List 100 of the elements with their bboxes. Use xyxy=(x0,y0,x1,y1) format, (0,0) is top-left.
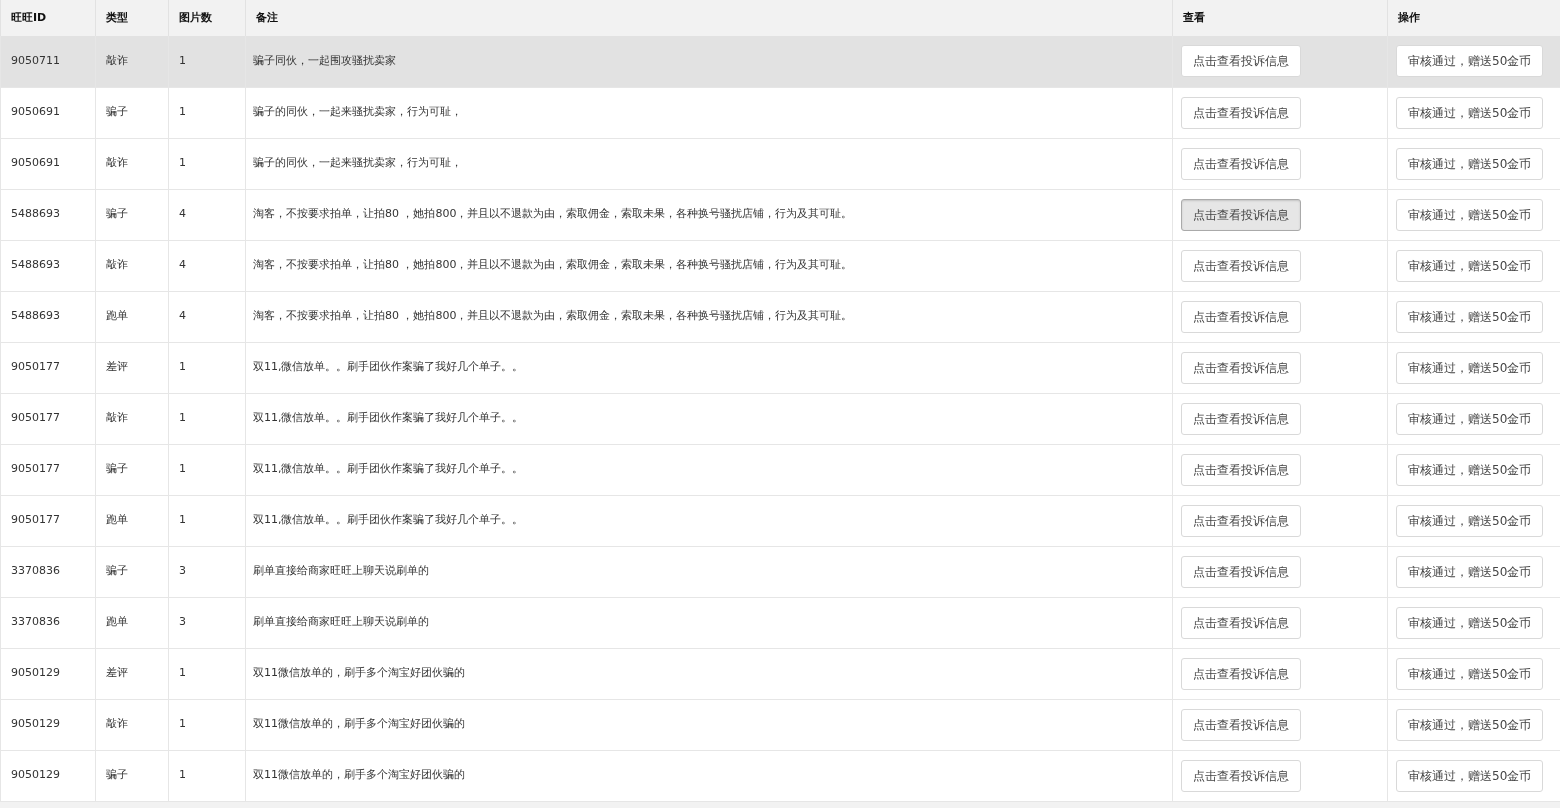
table-row[interactable]: 9050691 敲诈 1 骗子的同伙，一起来骚扰卖家，行为可耻， 点击查看投诉信息 审核通过，赠送50金币 xyxy=(0,138,1560,189)
table-row[interactable]: 9050711 敲诈 1 骗子同伙，一起围攻骚扰卖家 点击查看投诉信息 审核通过，赠送50金币 xyxy=(0,36,1560,87)
approve-button[interactable]: 审核通过，赠送50金币 xyxy=(1396,606,1544,639)
table-cell: 9050129 xyxy=(11,666,60,680)
table-cell: 骗子 xyxy=(106,768,128,782)
table-cell: 5488693 xyxy=(11,258,60,272)
table-cell: 淘客，不按要求拍单，让拍80 ，她拍800，并且以不退款为由，索取佣金，索取未果，各种换号骚扰店铺，行为及其可耻。 xyxy=(253,258,853,272)
column-header: 操作 xyxy=(1398,10,1420,24)
table-cell: 骗子 xyxy=(106,207,128,221)
table-cell: 9050711 xyxy=(11,54,60,67)
approve-button[interactable]: 审核通过，赠送50金币 xyxy=(1396,759,1544,792)
view-complaint-button[interactable]: 点击查看投诉信息 xyxy=(1181,555,1301,588)
view-complaint-button[interactable]: 点击查看投诉信息 xyxy=(1181,300,1301,333)
view-complaint-button[interactable]: 点击查看投诉信息 xyxy=(1181,759,1301,792)
view-complaint-button[interactable]: 点击查看投诉信息 xyxy=(1181,249,1301,282)
table-cell: 5488693 xyxy=(11,207,60,221)
table-row[interactable]: 9050129 差评 1 双11微信放单的，刷手多个淘宝好团伙骗的 点击查看投诉信息 审核通过，赠送50金币 xyxy=(0,648,1560,699)
table-cell: 9050129 xyxy=(11,717,60,731)
table-cell: 跑单 xyxy=(106,309,128,323)
approve-button[interactable]: 审核通过，赠送50金币 xyxy=(1396,555,1544,588)
approve-button[interactable]: 审核通过，赠送50金币 xyxy=(1396,300,1544,333)
table-row[interactable]: 3370836 骗子 3 刷单直接给商家旺旺上聊天说刷单的 点击查看投诉信息 审核通过，赠送50金币 xyxy=(0,546,1560,597)
approve-button[interactable]: 审核通过，赠送50金币 xyxy=(1396,96,1544,129)
table-cell: 1 xyxy=(179,105,186,119)
table-cell: 1 xyxy=(179,54,186,67)
view-complaint-button[interactable]: 点击查看投诉信息 xyxy=(1181,402,1301,435)
table-cell: 1 xyxy=(179,360,186,374)
table-cell: 4 xyxy=(179,207,186,221)
table-cell: 9050177 xyxy=(11,411,60,425)
column-header: 类型 xyxy=(106,10,128,24)
table-cell: 双11微信放单的，刷手多个淘宝好团伙骗的 xyxy=(253,717,465,731)
table-row[interactable]: 5488693 跑单 4 淘客，不按要求拍单，让拍80 ，她拍800，并且以不退款为由，索取佣金，索取未果，各种换号骚扰店铺，行为及其可耻。 点击查看投诉信息 审核通过，赠送50金币 xyxy=(0,291,1560,342)
table-cell: 4 xyxy=(179,258,186,272)
column-header: 旺旺ID xyxy=(11,10,47,24)
table-cell: 刷单直接给商家旺旺上聊天说刷单的 xyxy=(253,564,429,578)
view-complaint-button[interactable]: 点击查看投诉信息 xyxy=(1181,45,1301,78)
table-cell: 1 xyxy=(179,156,186,170)
table-cell: 5488693 xyxy=(11,309,60,323)
approve-button[interactable]: 审核通过，赠送50金币 xyxy=(1396,198,1544,231)
approve-button[interactable]: 审核通过，赠送50金币 xyxy=(1396,708,1544,741)
table-cell: 敲诈 xyxy=(106,411,128,425)
approve-button[interactable]: 审核通过，赠送50金币 xyxy=(1396,147,1544,180)
view-complaint-button[interactable]: 点击查看投诉信息 xyxy=(1181,351,1301,384)
table-row[interactable]: 9050177 敲诈 1 双11,微信放单。。刷手团伙作案骗了我好几个单子。。 点击查看投诉信息 审核通过，赠送50金币 xyxy=(0,393,1560,444)
table-cell: 敲诈 xyxy=(106,717,128,731)
table-cell: 淘客，不按要求拍单，让拍80 ，她拍800，并且以不退款为由，索取佣金，索取未果，各种换号骚扰店铺，行为及其可耻。 xyxy=(253,309,853,323)
table-row[interactable]: 9050129 敲诈 1 双11微信放单的，刷手多个淘宝好团伙骗的 点击查看投诉信息 审核通过，赠送50金币 xyxy=(0,699,1560,750)
approve-button[interactable]: 审核通过，赠送50金币 xyxy=(1396,351,1544,384)
view-complaint-button[interactable]: 点击查看投诉信息 xyxy=(1181,504,1301,537)
table-cell: 骗子 xyxy=(106,462,128,476)
table-cell: 骗子 xyxy=(106,105,128,119)
column-header: 备注 xyxy=(256,10,278,24)
table-cell: 1 xyxy=(179,666,186,680)
column-header: 查看 xyxy=(1183,10,1205,24)
table-cell: 双11,微信放单。。刷手团伙作案骗了我好几个单子。。 xyxy=(253,513,524,527)
table-cell: 3 xyxy=(179,615,186,629)
table-cell: 9050691 xyxy=(11,156,60,170)
table-row[interactable]: 3370836 跑单 3 刷单直接给商家旺旺上聊天说刷单的 点击查看投诉信息 审核通过，赠送50金币 xyxy=(0,597,1560,648)
approve-button[interactable]: 审核通过，赠送50金币 xyxy=(1396,453,1544,486)
table-cell: 淘客，不按要求拍单，让拍80 ，她拍800，并且以不退款为由，索取佣金，索取未果，各种换号骚扰店铺，行为及其可耻。 xyxy=(253,207,853,221)
table-cell: 1 xyxy=(179,513,186,527)
view-complaint-button[interactable]: 点击查看投诉信息 xyxy=(1181,606,1301,639)
table-cell: 3370836 xyxy=(11,564,60,578)
table-cell: 9050177 xyxy=(11,360,60,374)
table-cell: 双11,微信放单。。刷手团伙作案骗了我好几个单子。。 xyxy=(253,360,524,374)
view-complaint-button[interactable]: 点击查看投诉信息 xyxy=(1181,708,1301,741)
table-cell: 3370836 xyxy=(11,615,60,629)
view-complaint-button[interactable]: 点击查看投诉信息 xyxy=(1181,96,1301,129)
table-row[interactable]: 5488693 骗子 4 淘客，不按要求拍单，让拍80 ，她拍800，并且以不退款为由，索取佣金，索取未果，各种换号骚扰店铺，行为及其可耻。 点击查看投诉信息 审核通过，赠送50金币 xyxy=(0,189,1560,240)
approve-button[interactable]: 审核通过，赠送50金币 xyxy=(1396,504,1544,537)
table-cell: 骗子的同伙，一起来骚扰卖家，行为可耻， xyxy=(253,105,462,119)
view-complaint-button[interactable]: 点击查看投诉信息 xyxy=(1181,657,1301,690)
table-row[interactable]: 9050177 骗子 1 双11,微信放单。。刷手团伙作案骗了我好几个单子。。 点击查看投诉信息 审核通过，赠送50金币 xyxy=(0,444,1560,495)
table-cell: 骗子 xyxy=(106,564,128,578)
approve-button[interactable]: 审核通过，赠送50金币 xyxy=(1396,45,1544,78)
table-row[interactable]: 9050177 差评 1 双11,微信放单。。刷手团伙作案骗了我好几个单子。。 点击查看投诉信息 审核通过，赠送50金币 xyxy=(0,342,1560,393)
table-cell: 9050177 xyxy=(11,513,60,527)
table-row[interactable]: 9050177 跑单 1 双11,微信放单。。刷手团伙作案骗了我好几个单子。。 点击查看投诉信息 审核通过，赠送50金币 xyxy=(0,495,1560,546)
table-row[interactable]: 9050691 骗子 1 骗子的同伙，一起来骚扰卖家，行为可耻， 点击查看投诉信息 审核通过，赠送50金币 xyxy=(0,87,1560,138)
approve-button[interactable]: 审核通过，赠送50金币 xyxy=(1396,249,1544,282)
table-cell: 双11微信放单的，刷手多个淘宝好团伙骗的 xyxy=(253,768,465,782)
table-row[interactable]: 9050129 骗子 1 双11微信放单的，刷手多个淘宝好团伙骗的 点击查看投诉信息 审核通过，赠送50金币 xyxy=(0,750,1560,801)
table-cell: 差评 xyxy=(106,360,128,374)
table-cell: 3 xyxy=(179,564,186,578)
table-cell: 骗子同伙，一起围攻骚扰卖家 xyxy=(253,54,396,67)
view-complaint-button[interactable]: 点击查看投诉信息 xyxy=(1181,198,1301,231)
approve-button[interactable]: 审核通过，赠送50金币 xyxy=(1396,402,1544,435)
table-cell: 1 xyxy=(179,462,186,476)
approve-button[interactable]: 审核通过，赠送50金币 xyxy=(1396,657,1544,690)
table-cell: 跑单 xyxy=(106,513,128,527)
table-row[interactable]: 5488693 敲诈 4 淘客，不按要求拍单，让拍80 ，她拍800，并且以不退款为由，索取佣金，索取未果，各种换号骚扰店铺，行为及其可耻。 点击查看投诉信息 审核通过，赠送50金币 xyxy=(0,240,1560,291)
table-cell: 刷单直接给商家旺旺上聊天说刷单的 xyxy=(253,615,429,629)
table-cell: 9050129 xyxy=(11,768,60,782)
table-cell: 骗子的同伙，一起来骚扰卖家，行为可耻， xyxy=(253,156,462,170)
view-complaint-button[interactable]: 点击查看投诉信息 xyxy=(1181,453,1301,486)
table-cell: 敲诈 xyxy=(106,156,128,170)
table-cell: 9050691 xyxy=(11,105,60,119)
table-cell: 1 xyxy=(179,411,186,425)
table-cell: 4 xyxy=(179,309,186,323)
view-complaint-button[interactable]: 点击查看投诉信息 xyxy=(1181,147,1301,180)
